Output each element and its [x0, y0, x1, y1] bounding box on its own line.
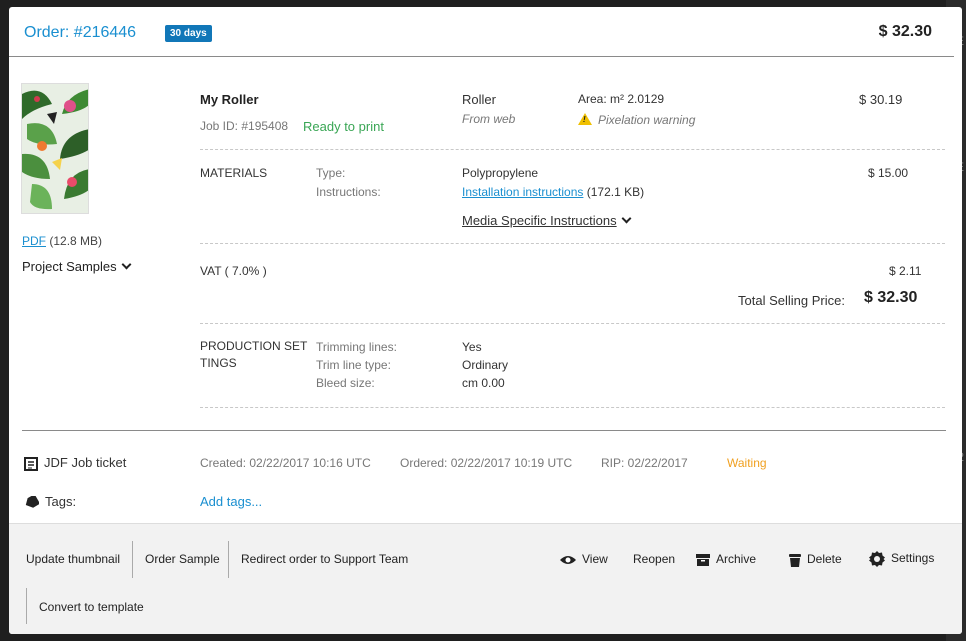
job-price: $ 30.19	[859, 92, 903, 107]
settings-label: Settings	[891, 551, 935, 566]
materials-section-label: MATERIALS	[200, 166, 268, 180]
rip-status: Waiting	[727, 456, 767, 470]
convert-to-template-button[interactable]: Convert to template	[39, 600, 144, 614]
bleed-size-value: cm 0.00	[462, 376, 505, 390]
separator	[228, 541, 229, 578]
production-label-line2: TINGS	[200, 356, 237, 370]
warning-text: Pixelation warning	[598, 113, 696, 127]
redirect-order-button[interactable]: Redirect order to Support Team	[241, 552, 408, 566]
action-footer: Update thumbnail Order Sample Redirect o…	[9, 523, 962, 634]
installation-instructions-link[interactable]: Installation instructions	[462, 185, 583, 199]
ordered-date: Ordered: 02/22/2017 10:19 UTC	[400, 456, 573, 470]
trash-icon	[789, 553, 801, 567]
order-card: Order: #216446 30 days $ 32.30 PDF (12.8…	[9, 7, 962, 634]
type-label: Type:	[316, 166, 346, 180]
divider	[200, 407, 945, 408]
archive-icon	[696, 553, 710, 566]
trimming-lines-label: Trimming lines:	[316, 340, 397, 354]
job-status: Ready to print	[303, 119, 384, 134]
project-samples-label: Project Samples	[22, 259, 117, 274]
trimming-lines-value: Yes	[462, 340, 482, 354]
add-tags-link[interactable]: Add tags...	[200, 494, 262, 509]
separator	[132, 541, 133, 578]
production-values: Yes Ordinary cm 0.00	[462, 338, 508, 392]
vat-label: VAT ( 7.0% )	[200, 264, 267, 278]
tropical-print-image	[22, 84, 88, 213]
trim-type-value: Ordinary	[462, 358, 509, 372]
chevron-down-icon	[121, 259, 132, 270]
pdf-size: (12.8 MB)	[49, 234, 103, 248]
product-type: Roller	[462, 92, 496, 107]
order-number-link[interactable]: Order: #216446	[24, 24, 136, 42]
production-section-label: PRODUCTION SET TINGS	[200, 338, 307, 372]
tags-label: Tags:	[45, 494, 77, 509]
chevron-down-icon	[621, 213, 632, 224]
archive-label: Archive	[716, 552, 757, 566]
material-type: Polypropylene	[462, 166, 539, 180]
materials-price: $ 15.00	[868, 166, 909, 180]
divider	[200, 243, 945, 244]
warning-icon	[578, 113, 592, 125]
instructions-size: (172.1 KB)	[586, 185, 645, 199]
archive-button[interactable]: Archive	[696, 552, 756, 566]
instructions-label: Instructions:	[316, 185, 381, 199]
settings-button[interactable]: Settings	[869, 551, 934, 567]
production-label-line1: PRODUCTION SET	[200, 339, 308, 353]
separator	[26, 588, 27, 624]
order-total: $ 32.30	[878, 23, 932, 40]
total-selling-label: Total Selling Price:	[738, 293, 845, 308]
jdf-label: JDF Job ticket	[44, 455, 127, 470]
view-label: View	[582, 552, 608, 566]
jdf-job-ticket[interactable]: JDF Job ticket	[24, 455, 126, 471]
installation-instructions: Installation instructions (172.1 KB)	[462, 185, 644, 199]
section-divider	[22, 430, 946, 431]
pdf-file-row: PDF (12.8 MB)	[22, 234, 102, 248]
media-instructions-label: Media Specific Instructions	[462, 213, 617, 228]
reopen-button[interactable]: Reopen	[633, 552, 675, 566]
job-thumbnail[interactable]	[21, 83, 89, 214]
media-instructions-toggle[interactable]: Media Specific Instructions	[462, 213, 632, 228]
job-area: Area: m² 2.0129	[578, 92, 665, 106]
delete-button[interactable]: Delete	[789, 552, 842, 567]
order-header: Order: #216446 30 days $ 32.30	[9, 7, 954, 57]
divider	[200, 149, 945, 150]
job-source: From web	[462, 112, 516, 126]
document-icon	[24, 456, 38, 471]
delete-label: Delete	[807, 552, 842, 566]
gear-icon	[869, 551, 885, 567]
pdf-link[interactable]: PDF	[22, 234, 46, 248]
pixelation-warning: Pixelation warning	[578, 112, 695, 127]
rip-date: RIP: 02/22/2017	[601, 456, 688, 470]
job-id: Job ID: #195408	[200, 119, 289, 133]
divider	[200, 323, 945, 324]
update-thumbnail-button[interactable]: Update thumbnail	[26, 552, 120, 566]
trim-type-label: Trim line type:	[316, 358, 391, 372]
created-date: Created: 02/22/2017 10:16 UTC	[200, 456, 371, 470]
production-labels: Trimming lines: Trim line type: Bleed si…	[316, 338, 397, 392]
order-sample-button[interactable]: Order Sample	[145, 552, 220, 566]
view-button[interactable]: View	[560, 552, 608, 566]
total-selling-price: $ 32.30	[864, 289, 918, 306]
tag-icon	[25, 496, 39, 509]
bleed-size-label: Bleed size:	[316, 376, 375, 390]
days-badge: 30 days	[165, 25, 212, 42]
project-samples-toggle[interactable]: Project Samples	[22, 259, 132, 274]
tags-row: Tags:	[24, 494, 76, 509]
job-name: My Roller	[200, 92, 259, 107]
eye-icon	[560, 555, 576, 564]
vat-price: $ 2.11	[889, 264, 922, 278]
